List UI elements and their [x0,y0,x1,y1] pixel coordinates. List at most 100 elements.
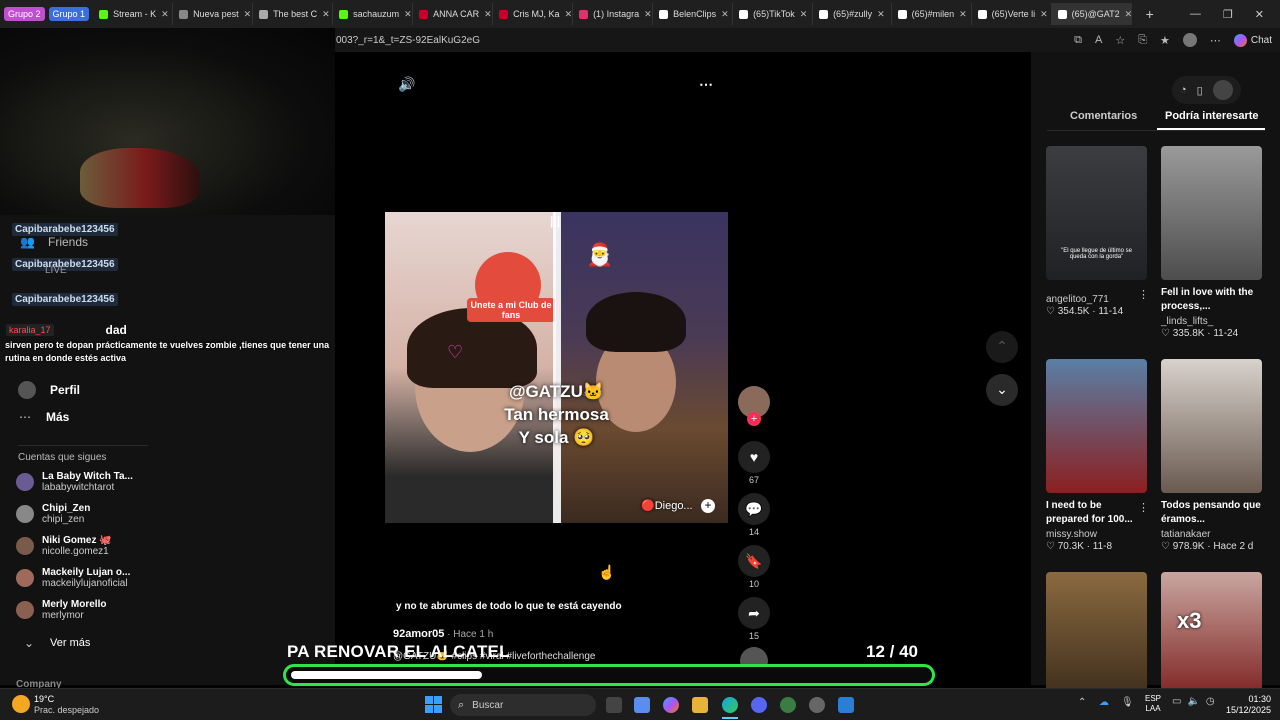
nav-live[interactable]: LIVE [45,265,67,276]
tab-close-icon[interactable]: ✕ [322,9,330,20]
more-vertical-icon[interactable]: ⋮ [1138,288,1149,301]
file-explorer-icon[interactable] [692,697,708,713]
open-app-icon[interactable]: ⧉ [1074,34,1082,47]
browser-tab[interactable]: (1) Instagra ✕ [573,3,654,25]
more-options-icon[interactable]: ⋯ [699,76,713,93]
browser-tab[interactable]: (65)#zully ✕ [813,3,892,25]
see-more-button[interactable]: ⌄ Ver más [22,636,90,650]
menu-icon[interactable]: ⋯ [1210,34,1221,47]
volume-icon[interactable]: 🔊 [398,76,415,93]
browser-tab[interactable]: sachauzum ✕ [333,3,414,25]
recommended-video-thumbnail[interactable] [1161,359,1262,493]
creator-avatar-button[interactable]: + [734,386,774,426]
task-view-icon[interactable] [606,697,622,713]
following-account[interactable]: Chipi_Zen chipi_zen [16,503,216,525]
recommended-video-thumbnail[interactable] [1046,572,1147,706]
tab-close-icon[interactable]: ✕ [484,9,492,20]
share-button[interactable]: ➦ 15 [734,597,774,641]
add-icon[interactable]: + [701,499,715,513]
recommended-video-thumbnail[interactable]: x3 [1161,572,1262,706]
follow-plus-icon[interactable]: + [747,412,761,426]
profile-avatar[interactable] [1182,33,1197,47]
following-account[interactable]: Merly Morello merlymor [16,599,216,621]
browser-tab[interactable]: (65)TikTok ✕ [733,3,814,25]
recommended-video-title[interactable]: Todos pensando que éramos... [1161,499,1262,527]
tab-group-1[interactable]: Grupo 1 [48,7,90,21]
nav-friends[interactable]: 👥 Friends [20,235,88,249]
nav-profile[interactable]: Perfil [18,381,80,399]
following-account[interactable]: La Baby Witch Ta... lababywitchtarot [16,471,216,493]
edge-icon[interactable] [722,697,738,713]
recommended-video-author[interactable]: _linds_lifts_ [1161,316,1213,327]
recommended-video-author[interactable]: tatianakaer [1161,529,1210,540]
app-icon-green[interactable] [780,697,796,713]
tab-close-icon[interactable]: ✕ [404,9,412,20]
tab-close-icon[interactable]: ✕ [244,9,252,20]
tab-might-interest[interactable]: Podría interesarte [1165,110,1259,122]
onedrive-icon[interactable]: ☁ [1099,697,1109,708]
tab-close-icon[interactable]: ✕ [1125,9,1131,20]
video-author[interactable]: 92amor05 · Hace 1 h [393,628,493,640]
browser-tab[interactable]: (65)#milen ✕ [892,3,972,25]
tab-close-icon[interactable]: ✕ [721,9,729,20]
nav-more[interactable]: ⋯ Más [18,410,69,424]
close-window-button[interactable]: ✕ [1255,8,1264,21]
video-player[interactable]: Unete a mi Club de fans ♡ 🎅 ||| @GATZU🐱 … [385,212,728,523]
tab-close-icon[interactable]: ✕ [565,9,572,20]
start-windows-icon[interactable] [425,696,442,713]
language-indicator[interactable]: ESP LAA [1145,694,1161,714]
favorites-icon[interactable]: ★ [1160,34,1170,47]
clock[interactable]: 01:30 15/12/2025 [1226,694,1271,716]
tab-close-icon[interactable]: ✕ [161,9,169,20]
recommended-video-title[interactable]: Fell in love with the process,... [1161,286,1262,314]
browser-tab[interactable]: (65)Verte li ✕ [972,3,1052,25]
copilot-chat-button[interactable]: Chat [1233,33,1272,47]
split-screen-icon[interactable]: ⎘ [1138,34,1147,47]
recommended-video-title[interactable]: I need to be prepared for 100... [1046,499,1147,527]
tab-close-icon[interactable]: ✕ [1040,9,1048,20]
speed-icon[interactable]: ◔ [1180,84,1187,96]
recommended-video-thumbnail[interactable]: "El que llegue de último se queda con la… [1046,146,1147,280]
browser-tab[interactable]: BelenClips ✕ [653,3,734,25]
browser-tab[interactable]: ANNA CAR ✕ [413,3,494,25]
weather-desc[interactable]: Prac. despejado [34,705,99,715]
prev-video-arrow-icon[interactable]: ⌃ [986,331,1018,363]
recommended-video-author[interactable]: angelitoo_771 [1046,294,1109,305]
browser-tab[interactable]: Cris MJ, Ka ✕ [493,3,574,25]
obs-icon[interactable] [809,697,825,713]
browser-tab[interactable]: Nueva pest ✕ [173,3,254,25]
tab-close-icon[interactable]: ✕ [959,9,967,20]
device-icon[interactable]: ▯ [1197,84,1203,97]
microphone-icon[interactable]: 🎙 [1121,697,1134,708]
user-avatar[interactable] [1212,80,1233,100]
next-video-arrow-icon[interactable]: ⌄ [986,374,1018,406]
store-icon[interactable] [634,697,650,713]
tab-group-2[interactable]: Grupo 2 [4,7,45,21]
discord-icon[interactable] [751,697,767,713]
new-tab-button[interactable]: + [1146,6,1154,22]
minimize-button[interactable]: — [1190,8,1201,21]
system-tray[interactable]: ▭ 🔈 ◷ [1172,696,1215,707]
following-account[interactable]: Niki Gomez 🐙 nicolle.gomez1 [16,535,216,557]
tab-close-icon[interactable]: ✕ [644,9,652,20]
translate-icon[interactable]: A [1095,34,1102,46]
browser-tab[interactable]: (65)@GAT2 ✕ [1051,3,1132,25]
browser-tab[interactable]: Stream - K ✕ [93,3,174,25]
more-vertical-icon[interactable]: ⋮ [1138,501,1149,514]
recommended-video-author[interactable]: missy.show [1046,529,1097,540]
copilot-taskbar-icon[interactable] [663,697,679,713]
url-text[interactable]: 003?_r=1&_t=ZS-92EalKuG2eG [336,35,480,46]
tab-comments[interactable]: Comentarios [1070,110,1137,122]
following-account[interactable]: Mackeily Lujan o... mackeilylujanoficial [16,567,216,589]
like-button[interactable]: ♥ 67 [734,441,774,485]
tray-chevron-up-icon[interactable]: ⌃ [1078,697,1086,708]
recommended-video-thumbnail[interactable] [1046,359,1147,493]
browser-tab[interactable]: The best C ✕ [253,3,334,25]
taskbar-search[interactable]: ⌕ Buscar [450,694,596,716]
save-button[interactable]: 🔖 10 [734,545,774,589]
recommended-video-thumbnail[interactable] [1161,146,1262,280]
favorite-star-icon[interactable]: ☆ [1115,34,1125,47]
tab-close-icon[interactable]: ✕ [877,9,885,20]
comment-button[interactable]: 💬 14 [734,493,774,537]
maximize-button[interactable]: ❐ [1223,8,1233,21]
